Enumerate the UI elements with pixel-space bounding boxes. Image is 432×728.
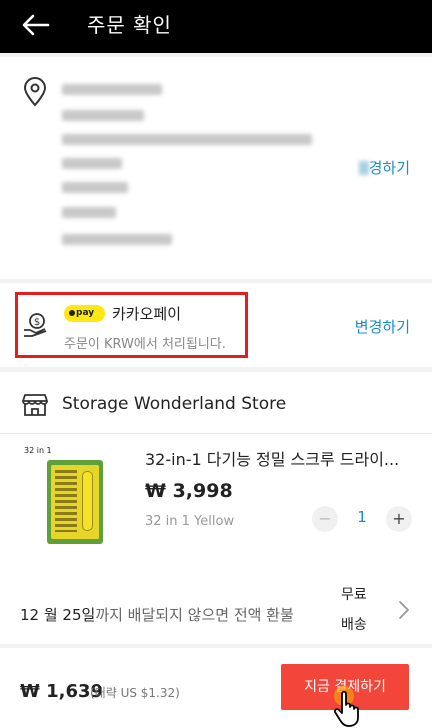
kakaopay-badge: pay (64, 305, 105, 322)
redacted-address-line (62, 234, 172, 245)
redacted-address-line (62, 134, 312, 145)
change-address-link[interactable]: 경하기 (358, 157, 410, 178)
store-name[interactable]: Storage Wonderland Store (62, 394, 286, 414)
change-address-label: 경하기 (368, 159, 410, 177)
back-arrow-icon[interactable] (18, 10, 52, 40)
checkout-footer: ₩ 1,639 (대략 US $1.32) 지금 결제하기 (0, 648, 432, 728)
shipping-address-section[interactable]: 경하기 (0, 57, 432, 279)
store-order-section: Storage Wonderland Store 32 in 1 32-in-1… (0, 372, 432, 644)
free-shipping-label: 무료 배송 (341, 587, 367, 633)
redacted-address-line (62, 110, 144, 121)
hand-pointer-icon (333, 686, 359, 727)
order-total-usd: (대략 US $1.32) (90, 686, 180, 700)
change-payment-link[interactable]: 변경하기 (355, 316, 410, 337)
redacted-address-line (62, 182, 128, 193)
payment-method-name: 카카오페이 (112, 305, 182, 323)
product-image-caption: 32 in 1 (24, 446, 52, 455)
payment-currency-note: 주문이 KRW에서 처리됩니다. (64, 337, 226, 352)
payment-method-section[interactable]: $ pay 카카오페이 주문이 KRW에서 처리됩니다. 변경하기 (0, 283, 432, 367)
coin-in-hand-icon: $ (24, 313, 47, 337)
divider (0, 433, 432, 434)
product-price: ₩ 3,998 (145, 480, 233, 502)
product-title[interactable]: 32-in-1 다기능 정밀 스크루 드라이... (145, 446, 420, 470)
quantity-stepper: − 1 + (312, 505, 412, 533)
page-title: 주문 확인 (87, 13, 172, 37)
redacted-address-line (62, 158, 122, 169)
delivery-guarantee[interactable]: 12 월 25일까지 배달되지 않으면 전액 환불 (20, 604, 294, 625)
chevron-right-icon[interactable] (398, 600, 410, 620)
redacted-text (358, 161, 369, 175)
screwdriver-handle (82, 471, 93, 531)
screwdriver-kit-case (47, 460, 103, 544)
store-icon (22, 394, 48, 416)
redacted-address-line (62, 207, 116, 218)
delivery-date: 12 월 25일 (20, 606, 96, 624)
redacted-address-line (62, 84, 162, 95)
location-pin-icon (23, 77, 47, 107)
decrease-quantity-button[interactable]: − (312, 506, 338, 532)
screwdriver-kit-tray (51, 465, 99, 539)
delivery-refund-message: 까지 배달되지 않으면 전액 환불 (95, 606, 294, 624)
screwdriver-bits (55, 470, 77, 532)
header-bar: 주문 확인 (0, 0, 432, 53)
increase-quantity-button[interactable]: + (386, 506, 412, 532)
product-image[interactable]: 32 in 1 (19, 442, 127, 550)
svg-text:$: $ (34, 317, 40, 328)
product-variant: 32 in 1 Yellow (145, 514, 235, 529)
quantity-value: 1 (357, 508, 367, 526)
